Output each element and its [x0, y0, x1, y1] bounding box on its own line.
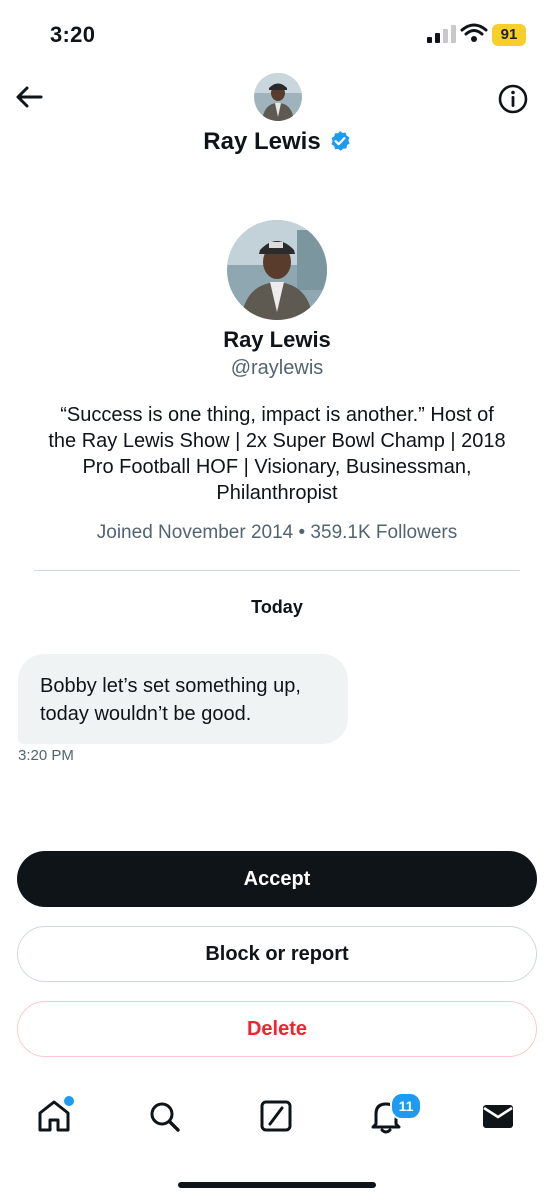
profile-name: Ray Lewis — [223, 327, 331, 352]
conversation-title: Ray Lewis — [0, 128, 554, 156]
message-line: Bobby let’s set something up, — [40, 675, 301, 697]
divider — [34, 570, 520, 571]
bio-line: Pro Football HOF | Visionary, Businessma… — [82, 456, 472, 478]
profile-bio: “Success is one thing, impact is another… — [32, 402, 522, 506]
message-bubble[interactable]: Bobby let’s set something up, today woul… — [18, 654, 348, 744]
notifications-count-badge: 11 — [390, 1092, 422, 1120]
mail-icon — [483, 1105, 513, 1128]
profile-meta: Joined November 2014 • 359.1K Followers — [96, 522, 458, 543]
search-icon — [150, 1102, 180, 1132]
header-avatar[interactable] — [254, 73, 302, 121]
info-icon[interactable] — [497, 83, 529, 115]
tab-grok[interactable] — [256, 1096, 296, 1136]
home-unread-dot — [62, 1094, 76, 1108]
compose-icon — [260, 1100, 292, 1132]
tab-search[interactable] — [144, 1096, 184, 1136]
bio-line: the Ray Lewis Show | 2x Super Bowl Champ… — [48, 430, 506, 452]
profile-handle: @raylewis — [230, 357, 324, 379]
home-indicator — [178, 1182, 376, 1188]
avatar-photo — [254, 73, 302, 121]
verified-badge-icon — [331, 131, 350, 151]
delete-button[interactable]: Delete — [17, 1001, 537, 1057]
accept-button[interactable]: Accept — [17, 851, 537, 907]
profile-photo — [227, 220, 327, 320]
message-timestamp: 3:20 PM — [18, 747, 74, 764]
back-arrow-icon[interactable] — [14, 82, 44, 112]
cellular-signal-icon — [427, 25, 456, 43]
bio-line: “Success is one thing, impact is another… — [60, 404, 494, 426]
header-name-text: Ray Lewis — [203, 128, 321, 155]
wifi-icon — [460, 23, 488, 42]
profile-avatar[interactable] — [227, 220, 327, 320]
message-line: today wouldn’t be good. — [40, 703, 252, 725]
block-or-report-button[interactable]: Block or report — [17, 926, 537, 982]
status-time: 3:20 — [50, 22, 96, 47]
battery-indicator: 91 — [492, 24, 526, 46]
bio-line: Philanthropist — [216, 482, 338, 504]
tab-messages[interactable] — [478, 1096, 518, 1136]
day-separator: Today — [251, 597, 303, 617]
